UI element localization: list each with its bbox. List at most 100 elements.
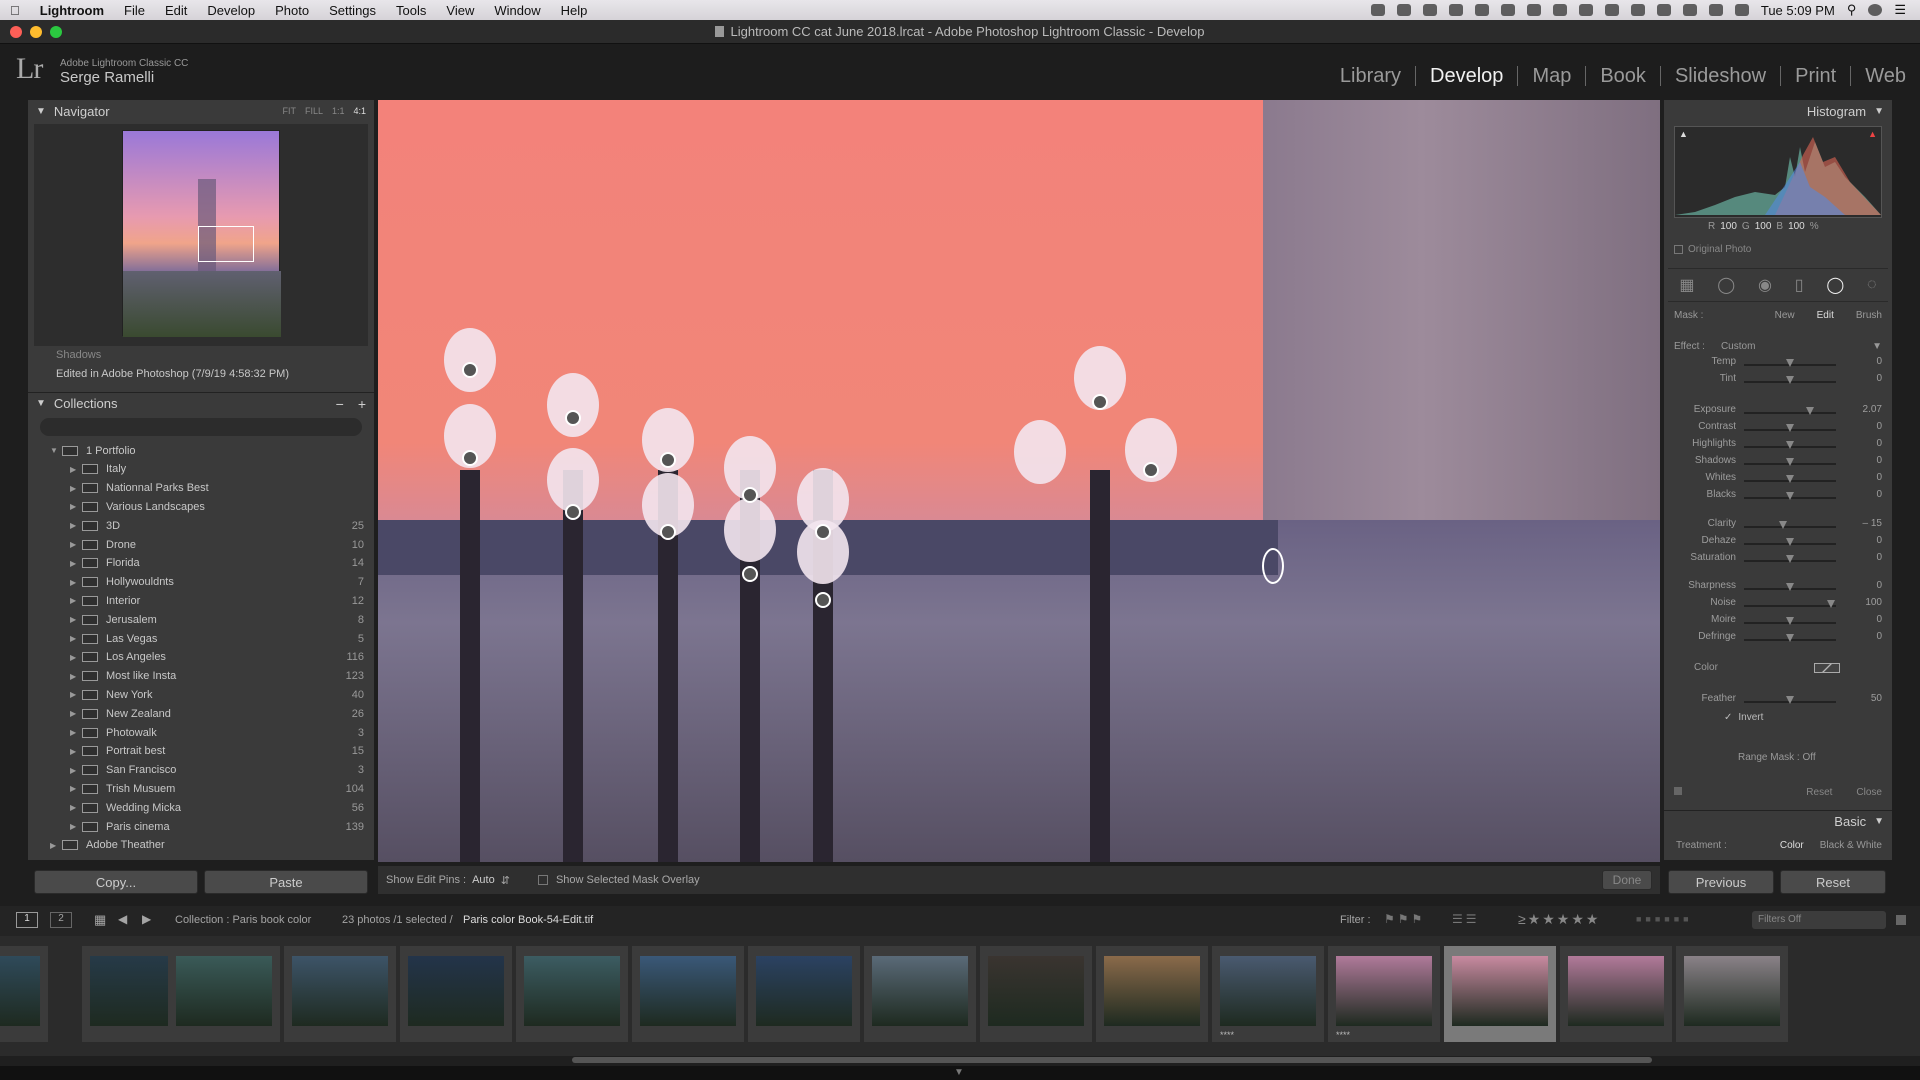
red-eye-icon[interactable]: ◉ — [1758, 275, 1772, 295]
collection-row[interactable]: ▶ Hollywouldnts 7 — [34, 573, 368, 592]
collection-row[interactable]: ▶ Jerusalem 8 — [34, 610, 368, 629]
slider-clarity[interactable]: Clarity – 15 — [1668, 518, 1882, 535]
menu-lightroom[interactable]: Lightroom — [30, 3, 114, 18]
selected-filename[interactable]: Paris color Book-54-Edit.tif — [463, 914, 593, 926]
collection-row[interactable]: ▶ Trish Musuem 104 — [34, 779, 368, 798]
edit-pin[interactable] — [660, 524, 676, 540]
effect-disclosure-icon[interactable]: ▼ — [1872, 341, 1882, 352]
collection-row[interactable]: ▶ Portrait best 15 — [34, 742, 368, 761]
feather-value[interactable]: 50 — [1852, 693, 1882, 704]
disclosure-triangle-icon[interactable]: ▶ — [70, 690, 82, 699]
show-edit-pins-select[interactable]: Auto — [472, 874, 495, 886]
original-photo-checkbox[interactable] — [1674, 245, 1683, 254]
disclosure-triangle-icon[interactable]: ▶ — [70, 521, 82, 530]
slider-thumb[interactable] — [1786, 424, 1794, 432]
slider-value[interactable]: 0 — [1852, 438, 1882, 449]
histogram-header[interactable]: Histogram ▼ — [1664, 100, 1892, 122]
filmstrip-thumbnail[interactable] — [864, 946, 976, 1042]
menu-view[interactable]: View — [436, 3, 484, 18]
filmstrip-thumbnail[interactable] — [516, 946, 628, 1042]
slider-value[interactable]: 2.07 — [1852, 404, 1882, 415]
slider-value[interactable]: 0 — [1852, 552, 1882, 563]
disclosure-triangle-icon[interactable]: ▶ — [70, 803, 82, 812]
main-photo[interactable] — [378, 100, 1660, 862]
shadow-clip-icon[interactable]: ▲ — [1679, 129, 1688, 139]
graduated-filter-icon[interactable]: ▯ — [1795, 275, 1804, 295]
slider-value[interactable]: 0 — [1852, 580, 1882, 591]
filmstrip-thumbnail[interactable] — [400, 946, 512, 1042]
menu-window[interactable]: Window — [484, 3, 550, 18]
spot-removal-icon[interactable]: ◯ — [1717, 275, 1735, 295]
slider-thumb[interactable] — [1827, 600, 1836, 608]
navigator-zoom-box[interactable] — [198, 226, 254, 262]
slider-thumb[interactable] — [1786, 359, 1794, 367]
disclosure-triangle-icon[interactable]: ▶ — [70, 634, 82, 643]
status-camera-icon[interactable] — [1396, 4, 1411, 16]
copy-button[interactable]: Copy... — [34, 870, 198, 894]
radial-filter-icon[interactable]: ◯ — [1826, 275, 1844, 295]
mask-toggle-switch[interactable] — [1674, 787, 1682, 795]
dropbox-icon[interactable] — [1474, 4, 1489, 16]
disclosure-triangle-icon[interactable]: ▶ — [70, 615, 82, 624]
collection-row[interactable]: ▶ Adobe Theather — [34, 836, 368, 855]
filmstrip-thumbnail[interactable] — [980, 946, 1092, 1042]
module-book[interactable]: Book — [1585, 66, 1660, 86]
slider-thumb[interactable] — [1786, 634, 1794, 642]
module-library[interactable]: Library — [1326, 66, 1415, 86]
reset-button[interactable]: Reset — [1780, 870, 1886, 894]
edit-pin[interactable] — [1143, 462, 1159, 478]
paste-button[interactable]: Paste — [204, 870, 368, 894]
disclosure-triangle-icon[interactable]: ▶ — [70, 747, 82, 756]
disclosure-triangle-icon[interactable]: ▶ — [70, 502, 82, 511]
mask-reset-button[interactable]: Reset — [1806, 787, 1832, 798]
edit-pin[interactable] — [742, 487, 758, 503]
menu-edit[interactable]: Edit — [155, 3, 197, 18]
slider-track[interactable] — [1744, 605, 1836, 607]
wifi-icon[interactable] — [1682, 4, 1697, 16]
filmstrip-thumbnail[interactable]: **** — [1212, 946, 1324, 1042]
disclosure-triangle-icon[interactable]: ▶ — [70, 465, 82, 474]
collection-row[interactable]: ▶ Most like Insta 123 — [34, 667, 368, 686]
mask-new[interactable]: New — [1775, 310, 1795, 321]
effect-preset-select[interactable]: Custom — [1721, 341, 1755, 352]
basic-header[interactable]: Basic ▼ — [1664, 810, 1892, 832]
edit-pin[interactable] — [565, 504, 581, 520]
collection-row[interactable]: ▶ Interior 12 — [34, 591, 368, 610]
battery-icon[interactable] — [1604, 4, 1619, 16]
rating-filter-stars[interactable]: ≥★★★★★ — [1518, 911, 1600, 928]
disclosure-triangle-icon[interactable]: ▶ — [70, 822, 82, 831]
slider-exposure[interactable]: Exposure 2.07 — [1668, 404, 1882, 421]
adjustment-brush-icon[interactable]: ◌ — [1867, 276, 1877, 294]
slider-value[interactable]: 0 — [1852, 455, 1882, 466]
filmstrip-thumbnail[interactable] — [632, 946, 744, 1042]
color-swatch[interactable] — [1814, 663, 1840, 673]
slider-moire[interactable]: Moire 0 — [1668, 614, 1882, 631]
mask-close-button[interactable]: Close — [1856, 787, 1882, 798]
menu-help[interactable]: Help — [551, 3, 598, 18]
collection-row[interactable]: ▶ Italy — [34, 460, 368, 479]
menu-file[interactable]: File — [114, 3, 155, 18]
collection-row[interactable]: ▶ New York 40 — [34, 685, 368, 704]
back-arrow-icon[interactable]: ◀ — [118, 912, 127, 926]
filmstrip-thumbnail[interactable] — [1676, 946, 1788, 1042]
collection-row[interactable]: ▶ Photowalk 3 — [34, 723, 368, 742]
slider-value[interactable]: 0 — [1852, 614, 1882, 625]
close-window-button[interactable] — [10, 26, 22, 38]
slider-thumb[interactable] — [1786, 583, 1794, 591]
zoom-fit[interactable]: FIT — [282, 106, 296, 116]
disclosure-triangle-icon[interactable]: ▶ — [70, 728, 82, 737]
feather-thumb[interactable] — [1786, 696, 1794, 704]
notification-center-icon[interactable]: ☰ — [1894, 2, 1906, 18]
module-slideshow[interactable]: Slideshow — [1659, 66, 1780, 86]
slider-whites[interactable]: Whites 0 — [1668, 472, 1882, 489]
creative-cloud-icon[interactable] — [1422, 4, 1437, 16]
menu-develop[interactable]: Develop — [197, 3, 265, 18]
slider-defringe[interactable]: Defringe 0 — [1668, 631, 1882, 648]
list-filter-icons[interactable]: ☰☰ — [1452, 912, 1480, 926]
collection-row[interactable]: ▶ Florida 14 — [34, 554, 368, 573]
filmstrip-thumbnail[interactable] — [1444, 946, 1556, 1042]
disclosure-triangle-icon[interactable]: ▶ — [70, 540, 82, 549]
clock[interactable]: Tue 5:09 PM — [1761, 3, 1835, 18]
filmstrip-thumbnail[interactable] — [748, 946, 860, 1042]
slider-value[interactable]: 0 — [1852, 631, 1882, 642]
